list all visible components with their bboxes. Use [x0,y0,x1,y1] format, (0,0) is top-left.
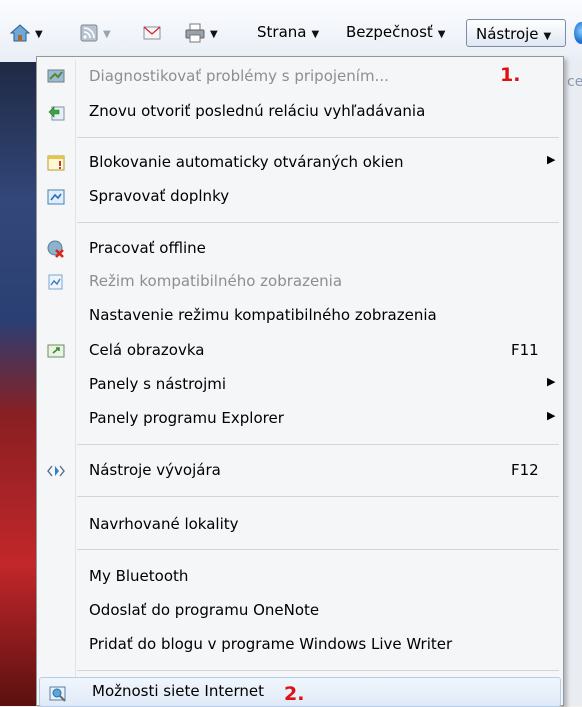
command-bar: ▼ ▼ ▼ Strana ▼ Bezpečnosť ▼ Nástroje ▼ [0,0,582,63]
menu-item-send-to-onenote[interactable]: Odoslať do programu OneNote [37,596,563,626]
menu-item-work-offline[interactable]: Pracovať offline [37,234,563,264]
menu-item-fullscreen[interactable]: Celá obrazovka F11 [37,336,563,366]
reopen-session-icon [48,106,65,121]
internet-options-icon [49,686,66,702]
menu-separator [77,137,559,138]
fullscreen-icon [47,344,65,358]
home-icon [9,23,31,41]
offline-icon [47,240,64,258]
menu-item-compatibility-settings[interactable]: Nastavenie režimu kompatibilného zobraze… [37,301,563,331]
help-globe-icon[interactable] [574,22,582,44]
shortcut-label: F11 [511,341,539,359]
feeds-icon [80,24,98,41]
strana-menu-button[interactable]: Strana ▼ [257,19,319,45]
nastroje-label: Nástroje [476,25,539,43]
menu-item-label: Režim kompatibilného zobrazenia [89,272,343,290]
submenu-arrow-icon: ▶ [547,153,556,166]
menu-separator [77,444,559,445]
shortcut-label: F12 [511,461,539,479]
menu-separator [77,496,559,497]
nastroje-menu-button[interactable]: Nástroje ▼ [466,19,566,47]
page-content-right [564,62,582,706]
menu-item-label: Panely s nástrojmi [89,375,227,393]
home-button[interactable]: ▼ [9,19,43,45]
menu-item-explorer-bars[interactable]: Panely programu Explorer ▶ [37,404,563,434]
menu-item-toolbars[interactable]: Panely s nástrojmi ▶ [37,370,563,400]
menu-item-my-bluetooth[interactable]: My Bluetooth [37,562,563,592]
menu-separator [77,549,559,550]
chevron-down-icon: ▼ [543,31,552,42]
addons-icon [47,189,65,205]
menu-item-reopen-session[interactable]: Znovu otvoriť poslednú reláciu vyhľadáva… [37,97,563,127]
menu-item-label: Pracovať offline [89,239,206,257]
bezpecnost-menu-button[interactable]: Bezpečnosť ▼ [346,19,445,45]
menu-separator [77,670,559,671]
chevron-down-icon[interactable]: ▼ [35,29,43,40]
chevron-down-icon: ▼ [437,29,446,40]
menu-item-label: Nástroje vývojára [89,461,221,479]
popup-blocker-icon [47,155,65,171]
menu-item-label: Možnosti siete Internet [92,682,264,700]
page-partial-text: ce [567,74,582,90]
menu-item-label: Blokovanie automaticky otváraných okien [89,153,404,171]
annotation-2: 2. [284,683,305,705]
strana-label: Strana [257,23,307,41]
chevron-down-icon[interactable]: ▼ [103,29,111,40]
menu-item-compatibility-view[interactable]: Režim kompatibilného zobrazenia [37,267,563,297]
menu-item-label: Pridať do blogu v programe Windows Live … [89,635,453,653]
menu-item-label: My Bluetooth [89,567,189,585]
submenu-arrow-icon: ▶ [547,375,556,388]
submenu-arrow-icon: ▶ [547,409,556,422]
mail-icon [143,26,161,39]
diagnose-icon [47,69,65,83]
menu-item-manage-addons[interactable]: Spravovať doplnky [37,182,563,212]
tools-dropdown-menu: Diagnostikovať problémy s pripojením... … [36,56,564,707]
print-icon [185,23,205,42]
feeds-button[interactable]: ▼ [80,19,111,45]
menu-separator [77,222,559,223]
menu-item-blog-live-writer[interactable]: Pridať do blogu v programe Windows Live … [37,630,563,660]
menu-item-developer-tools[interactable]: Nástroje vývojára F12 [37,456,563,486]
compatibility-icon [48,274,63,290]
mail-button[interactable] [143,19,161,45]
developer-tools-icon [47,465,65,477]
menu-item-label: Diagnostikovať problémy s pripojením... [89,67,389,85]
page-content-left [0,62,36,706]
menu-item-popup-blocker[interactable]: Blokovanie automaticky otváraných okien … [37,148,563,178]
menu-item-label: Celá obrazovka [89,341,205,359]
menu-item-label: Spravovať doplnky [89,187,230,205]
menu-item-label: Navrhované lokality [89,515,239,533]
menu-item-label: Odoslať do programu OneNote [89,601,320,619]
menu-item-diagnose[interactable]: Diagnostikovať problémy s pripojením... [37,62,563,92]
bezpecnost-label: Bezpečnosť [346,23,433,41]
menu-item-label: Znovu otvoriť poslednú reláciu vyhľadáva… [89,102,426,120]
annotation-1: 1. [500,64,521,86]
menu-item-label: Panely programu Explorer [89,409,284,427]
chevron-down-icon[interactable]: ▼ [210,29,218,40]
print-button[interactable]: ▼ [185,19,218,45]
menu-item-label: Nastavenie režimu kompatibilného zobraze… [89,306,437,324]
chevron-down-icon: ▼ [311,29,320,40]
menu-item-suggested-sites[interactable]: Navrhované lokality [37,510,563,540]
